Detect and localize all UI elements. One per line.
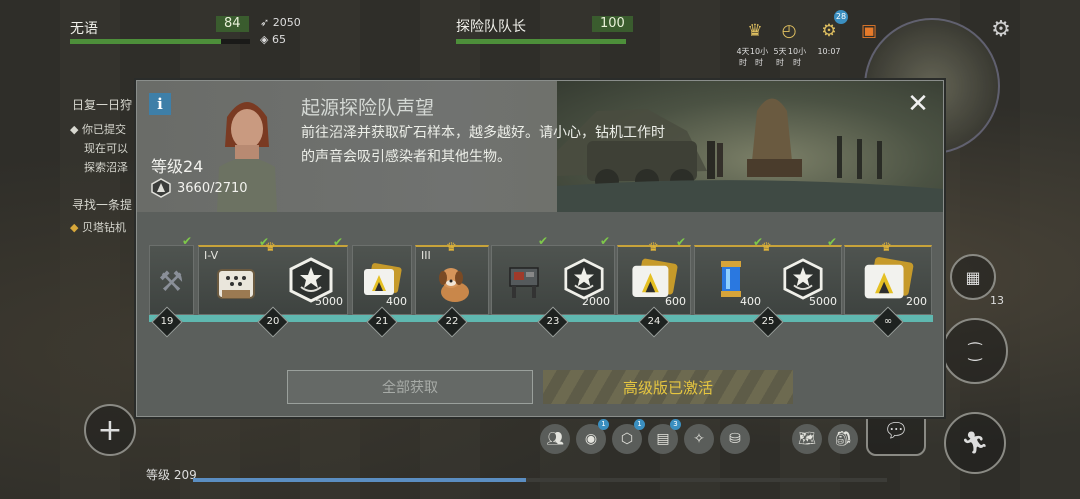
info-button[interactable]: i [149,93,171,115]
reputation-progress-value: 3660/2710 [177,180,248,196]
player-name: 无语 [70,21,98,37]
map-icon[interactable]: 🗺︎ [792,424,822,454]
reward-crate-icon [207,259,267,309]
gear-badge-count: 28 [834,10,848,24]
claimed-check-icon: ✔ [676,235,687,249]
armor-stat: ◈ 65 [260,33,286,46]
quest-line-1: 你已提交 [81,123,126,136]
claimed-check-icon: ✔ [259,235,270,249]
tasks-badge: 3 [670,419,681,430]
modal-banner: i ✕ 等级24 3660/2710 起源探险队声望 前往沼泽并获取矿石样本，越… [137,81,943,212]
reward-tile-22[interactable]: ♛ III [415,240,489,315]
premium-crown-icon: ♛ [446,240,457,254]
reward-tile-19[interactable]: ✔ ⚒ [149,234,194,315]
reward-tile-23[interactable]: ✔ ✔ 2000 [491,234,615,315]
weapon-parts-icon: ⚒ [158,264,184,298]
events-icon[interactable]: ◉ 1 [576,419,609,454]
quest-find-title[interactable]: 寻找一条提 [72,196,132,215]
reward-count: 400 [386,295,407,308]
player-level: 等级 209 [146,468,197,482]
reward-tile-20[interactable]: ♛ I-V ✔ ✔ 5000 [198,235,348,315]
clock-icon[interactable]: ◴ [772,14,806,48]
reward-count: 200 [906,295,927,308]
inventory-icon[interactable]: 🎒︎ [828,424,858,454]
claimed-check-icon: ✔ [827,235,838,249]
quest-daily-title[interactable]: 日复一日狩 [72,96,132,115]
reward-tile-24[interactable]: ♛ ✔ 600 [617,235,691,315]
claimed-check-icon: ✔ [600,234,611,248]
gear-badge-icon[interactable]: ⚙ 28 [812,10,848,48]
game-screen: { "player": {"name": "无语", "hp": "84", "… [0,0,1080,499]
reward-count: 5000 [315,295,343,308]
weapon-stat-value: 2050 [272,16,301,29]
sprint-icon[interactable]: 🏃︎ [944,412,1006,474]
weapon-shotgun-icon[interactable]: ⁐ [942,318,1008,384]
settings-gear-icon[interactable]: ⚙ [984,12,1018,46]
reward-count: 5000 [809,295,837,308]
xp-bar [193,478,887,482]
reputation-level: 等级24 [151,157,204,176]
squad-hp-value: 100 [592,16,633,32]
workbench-icon [498,256,550,306]
premium-status-button[interactable]: 高级版已激活 [543,370,793,404]
claimed-check-icon: ✔ [538,234,549,248]
reward-count: 600 [665,295,686,308]
reward-tile-25[interactable]: ♛ ✔ ✔ 400 5000 [694,235,842,315]
weapon-stat: ➶ 2050 [260,16,301,29]
quest-daily-lines[interactable]: ◆ 你已提交 现在可以 探索沼泽 [70,120,128,177]
reputation-modal: i ✕ 等级24 3660/2710 起源探险队声望 前往沼泽并获取矿石样本，越… [136,80,944,417]
player-hp-value: 84 [216,16,249,32]
claimed-check-icon: ✔ [333,235,344,249]
squad-label: 探险队队长 [456,19,526,35]
reputation-icon [151,178,171,198]
claimed-check-icon: ✔ [753,235,764,249]
bottom-toolbar: 👥︎ ◉ 1 ⬡ 1 ▤ 3 ✧ ⛁ 🗺︎ 🎒︎ [540,419,858,464]
events-badge: 1 [598,419,609,430]
reward-tile-21[interactable]: 400 [352,245,412,315]
compass-icon[interactable]: ✧ [684,424,714,454]
quest-find-text: 贝塔钻机 [81,221,126,234]
clan-icon[interactable]: ⬡ 1 [612,419,645,454]
modal-title: 起源探险队声望 [301,97,435,119]
squad-hp-bar [456,39,626,44]
modal-description: 前往沼泽并获取矿石样本，越多越好。请小心，钻机工作时的声音会吸引感染者和其他生物… [301,125,665,165]
gun-icon: ➶ [260,16,270,29]
claim-all-button[interactable]: 全部获取 [287,370,533,404]
clan-badge: 1 [634,419,645,430]
shop-coins-icon[interactable]: ⛁ [720,424,750,454]
reward-track: ✔ ⚒ ♛ I-V ✔ ✔ 5000 400 ♛ III ✔ ✔ 2000 ♛ … [149,231,933,343]
ammo-count: 13 [990,294,1004,307]
premium-crown-icon: ♛ [648,240,659,254]
shield-icon: ◈ [260,33,269,46]
reward-tile-infinity[interactable]: ♛ 200 [844,240,932,315]
quest-line-2: 现在可以 [84,142,128,155]
crown-icon[interactable]: ♛ [738,14,772,48]
close-button[interactable]: ✕ [905,91,931,117]
timer-label-2: 10小时 [749,47,769,67]
timer-label-5: 10:07 [817,47,841,56]
quest-find-line[interactable]: ◆ 贝塔钻机 [70,218,126,237]
premium-crown-icon: ♛ [881,240,892,254]
timer-label-4: 10小时 [787,47,807,67]
heal-icon[interactable]: + [84,404,136,456]
social-icon[interactable]: 👥︎ [540,424,570,454]
dog-icon [428,259,478,309]
tasks-icon[interactable]: ▤ 3 [648,419,681,454]
armor-stat-value: 65 [271,33,286,46]
quest-line-3: 探索沼泽 [84,161,128,174]
player-hp-bar [70,39,250,44]
reward-count: 400 [740,295,761,308]
reputation-progress: 3660/2710 [151,178,248,198]
claimed-check-icon: ✔ [182,234,193,248]
reward-count: 2000 [582,295,610,308]
